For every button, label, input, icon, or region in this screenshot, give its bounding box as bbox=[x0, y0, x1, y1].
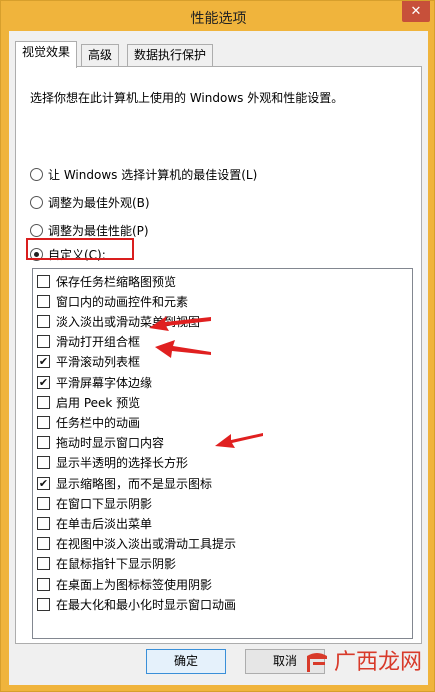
checkbox-icon[interactable] bbox=[37, 314, 50, 328]
option-label: 平滑屏幕字体边缘 bbox=[56, 375, 153, 390]
checkbox-icon[interactable] bbox=[37, 496, 50, 510]
custom-highlight-box bbox=[26, 238, 134, 260]
option-label: 平滑滚动列表框 bbox=[56, 355, 141, 370]
radio-button-indicator[interactable] bbox=[30, 167, 43, 181]
radio-label: 让 Windows 选择计算机的最佳设置(L) bbox=[48, 167, 258, 182]
option-label: 在视图中淡入淡出或滑动工具提示 bbox=[56, 537, 237, 552]
option-label: 显示半透明的选择长方形 bbox=[56, 456, 189, 471]
option-item[interactable]: 拖动时显示窗口内容 bbox=[37, 434, 164, 452]
radio-label: 调整为最佳性能(P) bbox=[48, 223, 149, 238]
dialog-client-area: 视觉效果 高级 数据执行保护 选择你想在此计算机上使用的 Windows 外观和… bbox=[9, 31, 428, 685]
option-item[interactable]: 保存任务栏缩略图预览 bbox=[37, 272, 176, 290]
checkbox-icon[interactable] bbox=[37, 436, 50, 450]
tab-data-execution-prevention[interactable]: 数据执行保护 bbox=[127, 44, 214, 66]
checkbox-icon[interactable] bbox=[37, 516, 50, 530]
checkbox-checked-icon[interactable]: ✔ bbox=[37, 476, 50, 490]
window-title: 性能选项 bbox=[190, 11, 247, 27]
tab-visual-effects[interactable]: 视觉效果 bbox=[15, 41, 78, 68]
option-item[interactable]: 在桌面上为图标标签使用阴影 bbox=[37, 575, 212, 593]
checkbox-icon[interactable] bbox=[37, 294, 50, 308]
option-item[interactable]: 在视图中淡入淡出或滑动工具提示 bbox=[37, 535, 236, 553]
title-bar[interactable]: 性能选项 ✕ bbox=[1, 1, 435, 31]
tab-advanced[interactable]: 高级 bbox=[81, 44, 120, 66]
checkbox-icon[interactable] bbox=[37, 274, 50, 288]
checkbox-icon[interactable] bbox=[37, 557, 50, 571]
watermark-text: 广西龙网 bbox=[334, 650, 423, 675]
option-item[interactable]: 启用 Peek 预览 bbox=[37, 393, 140, 411]
checkbox-icon[interactable] bbox=[37, 537, 50, 551]
option-item[interactable]: 显示半透明的选择长方形 bbox=[37, 454, 188, 472]
option-label: 在最大化和最小化时显示窗口动画 bbox=[56, 597, 237, 612]
option-label: 任务栏中的动画 bbox=[56, 415, 141, 430]
visual-effects-panel: 选择你想在此计算机上使用的 Windows 外观和性能设置。 让 Windows… bbox=[15, 66, 422, 644]
option-label: 在单击后淡出菜单 bbox=[56, 516, 153, 531]
red-arrow-thumbnails bbox=[215, 433, 263, 448]
option-item[interactable]: 窗口内的动画控件和元素 bbox=[37, 292, 188, 310]
checkbox-icon[interactable] bbox=[37, 577, 50, 591]
checkbox-icon[interactable] bbox=[37, 415, 50, 429]
option-label: 在窗口下显示阴影 bbox=[56, 496, 153, 511]
option-label: 显示缩略图，而不是显示图标 bbox=[56, 476, 213, 491]
watermark-logo-icon bbox=[307, 653, 327, 672]
option-item[interactable]: ✔ 平滑屏幕字体边缘 bbox=[37, 373, 152, 391]
radio-best-appearance[interactable]: 调整为最佳外观(B) bbox=[30, 193, 150, 211]
option-item[interactable]: 滑动打开组合框 bbox=[37, 333, 140, 351]
option-label: 保存任务栏缩略图预览 bbox=[56, 274, 177, 289]
option-item[interactable]: ✔ 显示缩略图，而不是显示图标 bbox=[37, 474, 212, 492]
option-item[interactable]: ✔ 平滑滚动列表框 bbox=[37, 353, 140, 371]
option-item[interactable]: 在鼠标指针下显示阴影 bbox=[37, 555, 176, 573]
checkbox-icon[interactable] bbox=[37, 456, 50, 470]
red-arrow-smooth-scroll bbox=[149, 316, 211, 331]
checkbox-checked-icon[interactable]: ✔ bbox=[37, 375, 50, 389]
close-button[interactable]: ✕ bbox=[402, 1, 430, 22]
radio-best-performance[interactable]: 调整为最佳性能(P) bbox=[30, 221, 149, 239]
option-label: 在鼠标指针下显示阴影 bbox=[56, 557, 177, 572]
radio-button-indicator[interactable] bbox=[30, 223, 43, 237]
option-item[interactable]: 在最大化和最小化时显示窗口动画 bbox=[37, 595, 236, 613]
radio-button-indicator[interactable] bbox=[30, 195, 43, 209]
panel-description: 选择你想在此计算机上使用的 Windows 外观和性能设置。 bbox=[30, 91, 344, 105]
option-label: 窗口内的动画控件和元素 bbox=[56, 294, 189, 309]
checkbox-icon[interactable] bbox=[37, 597, 50, 611]
ok-button[interactable]: 确定 bbox=[146, 649, 226, 674]
option-label: 滑动打开组合框 bbox=[56, 335, 141, 350]
checkbox-checked-icon[interactable]: ✔ bbox=[37, 355, 50, 369]
option-item[interactable]: 在窗口下显示阴影 bbox=[37, 494, 152, 512]
radio-label: 调整为最佳外观(B) bbox=[48, 195, 150, 210]
close-icon: ✕ bbox=[410, 4, 422, 19]
performance-options-window: 性能选项 ✕ 视觉效果 高级 数据执行保护 选择你想在此计算机上使用的 Wind… bbox=[0, 0, 435, 692]
option-item[interactable]: 在单击后淡出菜单 bbox=[37, 514, 152, 532]
checkbox-icon[interactable] bbox=[37, 335, 50, 349]
option-label: 拖动时显示窗口内容 bbox=[56, 436, 165, 451]
visual-effects-list[interactable]: 保存任务栏缩略图预览 窗口内的动画控件和元素 淡入淡出或滑动菜单到视图 滑动打开组合框… bbox=[32, 268, 413, 639]
option-item[interactable]: 任务栏中的动画 bbox=[37, 413, 140, 431]
option-label: 在桌面上为图标标签使用阴影 bbox=[56, 577, 213, 592]
option-label: 启用 Peek 预览 bbox=[56, 395, 141, 410]
watermark: 广西龙网 bbox=[304, 641, 424, 685]
radio-let-windows-choose[interactable]: 让 Windows 选择计算机的最佳设置(L) bbox=[30, 165, 257, 183]
red-arrow-smooth-fonts bbox=[155, 340, 211, 358]
checkbox-icon[interactable] bbox=[37, 395, 50, 409]
